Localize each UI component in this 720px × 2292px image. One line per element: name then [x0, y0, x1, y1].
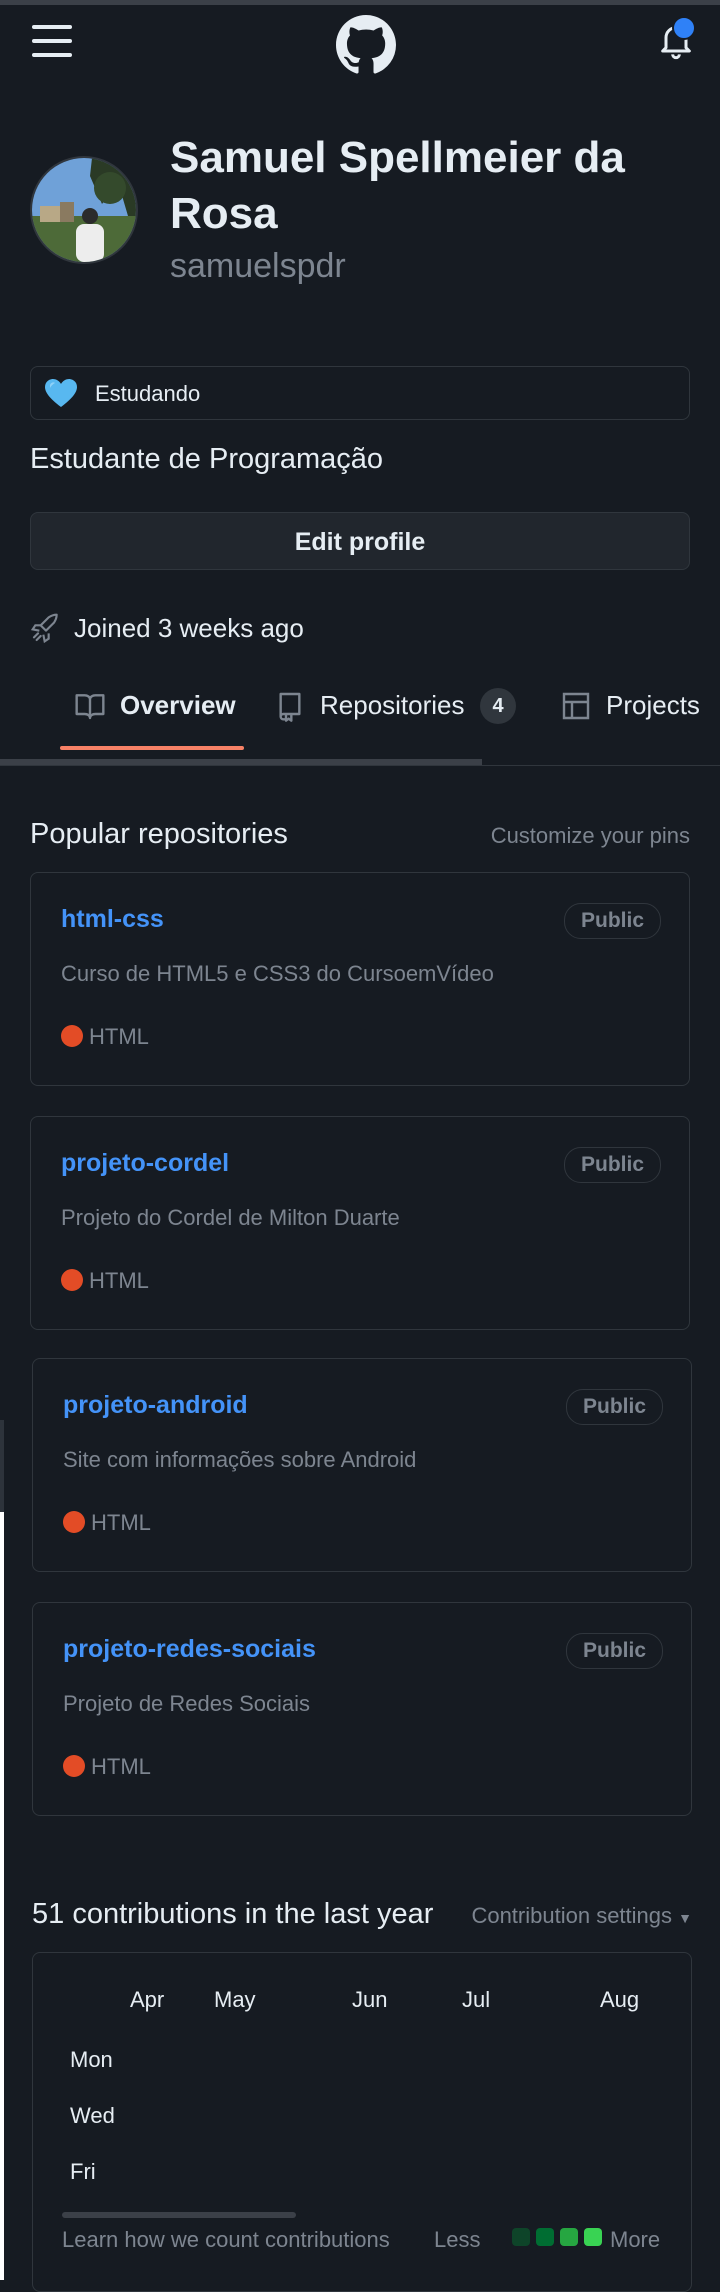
calendar-scrollbar[interactable]: [62, 2212, 296, 2218]
legend-more-label: More: [610, 2227, 661, 2252]
status-text: Estudando: [95, 381, 201, 406]
month-label: Aug: [600, 1987, 640, 2012]
header: [0, 5, 720, 75]
edge-strip: [0, 1420, 4, 1512]
profile-login: samuelspdr: [170, 247, 346, 285]
edge-strip: [0, 1512, 4, 2280]
book-icon: [75, 694, 105, 720]
avatar[interactable]: [30, 156, 138, 264]
blue-heart-icon: [45, 379, 77, 407]
month-label: Jul: [462, 1987, 491, 2012]
weekday-label: Wed: [70, 2103, 115, 2128]
repo-description: Projeto de Redes Sociais: [63, 1691, 311, 1716]
github-logo-icon[interactable]: [336, 15, 396, 75]
joined-text: Joined 3 weeks ago: [74, 613, 304, 643]
visibility-badge: Public: [565, 1633, 663, 1669]
legend-level-4: [584, 2228, 602, 2246]
profile-bio: Estudante de Programação: [30, 443, 384, 475]
profile-name: Samuel Spellmeier da Rosa: [170, 133, 625, 238]
legend-level-3: [560, 2228, 578, 2246]
repo-description: Projeto do Cordel de Milton Duarte: [61, 1205, 400, 1230]
repo-card: html-css Public Curso de HTML5 e CSS3 do…: [30, 872, 690, 1086]
language-color-dot: [61, 1269, 83, 1291]
notification-dot: [672, 16, 696, 40]
visibility-badge: Public: [563, 1147, 661, 1183]
month-label: May: [214, 1987, 256, 2012]
repo-language: HTML: [89, 1268, 149, 1293]
repo-name-link[interactable]: projeto-cordel: [61, 1147, 229, 1179]
popular-repositories-title: Popular repositories: [30, 818, 288, 850]
caret-down-icon: ▼: [678, 1910, 692, 1926]
visibility-badge: Public: [563, 903, 661, 939]
table-icon: [562, 692, 590, 720]
repo-name-link[interactable]: projeto-android: [63, 1389, 248, 1421]
tab-projects[interactable]: Projects: [560, 686, 720, 726]
repo-card: projeto-cordel Public Projeto do Cordel …: [30, 1116, 690, 1330]
repo-language: HTML: [91, 1510, 151, 1535]
repo-card: projeto-android Public Site com informaç…: [32, 1358, 692, 1572]
language-color-dot: [63, 1511, 85, 1533]
repo-name-link[interactable]: projeto-redes-sociais: [63, 1633, 316, 1665]
repo-description: Site com informações sobre Android: [63, 1447, 417, 1472]
contribution-settings-dropdown[interactable]: Contribution settings ▼: [471, 1902, 692, 1932]
tabs-divider: [0, 765, 720, 766]
visibility-badge: Public: [565, 1389, 663, 1425]
repo-description: Curso de HTML5 e CSS3 do CursoemVídeo: [61, 961, 494, 986]
menu-icon[interactable]: [32, 23, 72, 59]
repo-card: projeto-redes-sociais Public Projeto de …: [32, 1602, 692, 1816]
month-label: Jun: [352, 1987, 388, 2012]
tab-overview[interactable]: Overview: [74, 686, 244, 726]
tab-repositories[interactable]: Repositories 4: [274, 686, 520, 726]
repositories-counter: 4: [480, 688, 516, 724]
legend-less-label: Less: [434, 2227, 481, 2252]
tab-projects-label: Projects: [606, 690, 700, 720]
status-box[interactable]: Estudando: [30, 366, 690, 420]
weekday-label: Mon: [70, 2047, 113, 2072]
repo-language: HTML: [91, 1754, 151, 1779]
repo-name-link[interactable]: html-css: [61, 903, 164, 935]
language-color-dot: [61, 1025, 83, 1047]
language-color-dot: [63, 1755, 85, 1777]
rocket-icon: [30, 613, 58, 644]
tab-overview-label: Overview: [120, 690, 236, 720]
contribution-settings-label: Contribution settings: [471, 1903, 673, 1928]
tab-repositories-label: Repositories: [320, 690, 465, 720]
contributions-title: 51 contributions in the last year: [32, 1898, 434, 1930]
month-label: Apr: [130, 1987, 165, 2012]
weekday-label: Fri: [70, 2159, 96, 2184]
customize-pins-link[interactable]: Customize your pins: [491, 822, 690, 850]
legend-level-2: [536, 2228, 554, 2246]
repo-icon: [279, 692, 301, 722]
profile-tabs: Overview Repositories 4 Projects: [0, 672, 720, 764]
legend-level-1: [512, 2228, 530, 2246]
repo-language: HTML: [89, 1024, 149, 1049]
learn-contributions-link[interactable]: Learn how we count contributions: [62, 2226, 390, 2254]
active-tab-indicator: [60, 746, 244, 750]
edit-profile-button[interactable]: Edit profile: [30, 512, 690, 570]
